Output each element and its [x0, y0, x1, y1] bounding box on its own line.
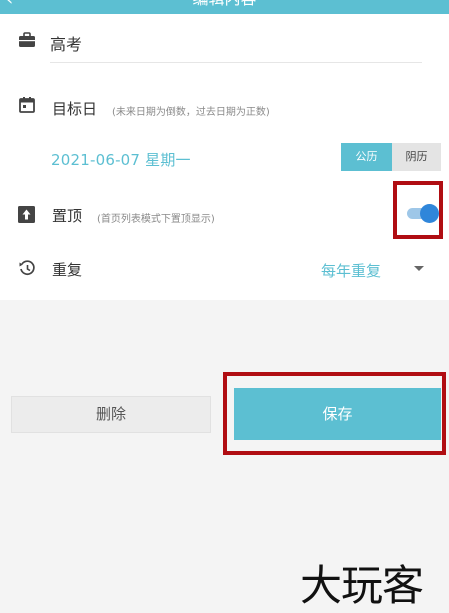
- target-date-value[interactable]: 2021-06-07 星期一: [51, 149, 191, 170]
- calendar-icon: [18, 96, 36, 118]
- event-name-row[interactable]: 高考: [0, 28, 449, 58]
- target-date-row: 目标日 (未来日期为倒数，过去日期为正数): [0, 94, 449, 124]
- target-date-hint: (未来日期为倒数，过去日期为正数): [112, 107, 270, 118]
- calendar-option-lunar[interactable]: 阴历: [392, 143, 441, 171]
- history-icon: [18, 259, 36, 281]
- input-underline: [50, 62, 422, 63]
- repeat-select[interactable]: 每年重复: [321, 260, 381, 281]
- briefcase-icon: [18, 31, 36, 53]
- caret-down-icon[interactable]: [414, 266, 424, 271]
- calendar-type-toggle: 公历 阴历: [341, 143, 441, 171]
- pin-row: 置顶 (首页列表模式下置顶显示): [0, 202, 449, 230]
- event-name-input[interactable]: 高考: [50, 31, 82, 55]
- highlight-box-save: [223, 372, 446, 455]
- watermark-logo: 大玩客: [300, 561, 424, 610]
- repeat-label: 重复: [52, 261, 83, 279]
- target-date-label: 目标日: [52, 100, 98, 118]
- repeat-row: 重复: [0, 256, 449, 284]
- calendar-option-solar[interactable]: 公历: [341, 143, 392, 171]
- app-header: ‹ 编辑内容: [0, 0, 449, 14]
- pin-hint: (首页列表模式下置顶显示): [97, 214, 215, 225]
- page-title: 编辑内容: [0, 0, 449, 8]
- pin-label: 置顶: [52, 207, 83, 225]
- highlight-box-pin-toggle: [393, 181, 443, 239]
- pin-top-icon: [18, 206, 35, 227]
- delete-button[interactable]: 删除: [11, 396, 211, 433]
